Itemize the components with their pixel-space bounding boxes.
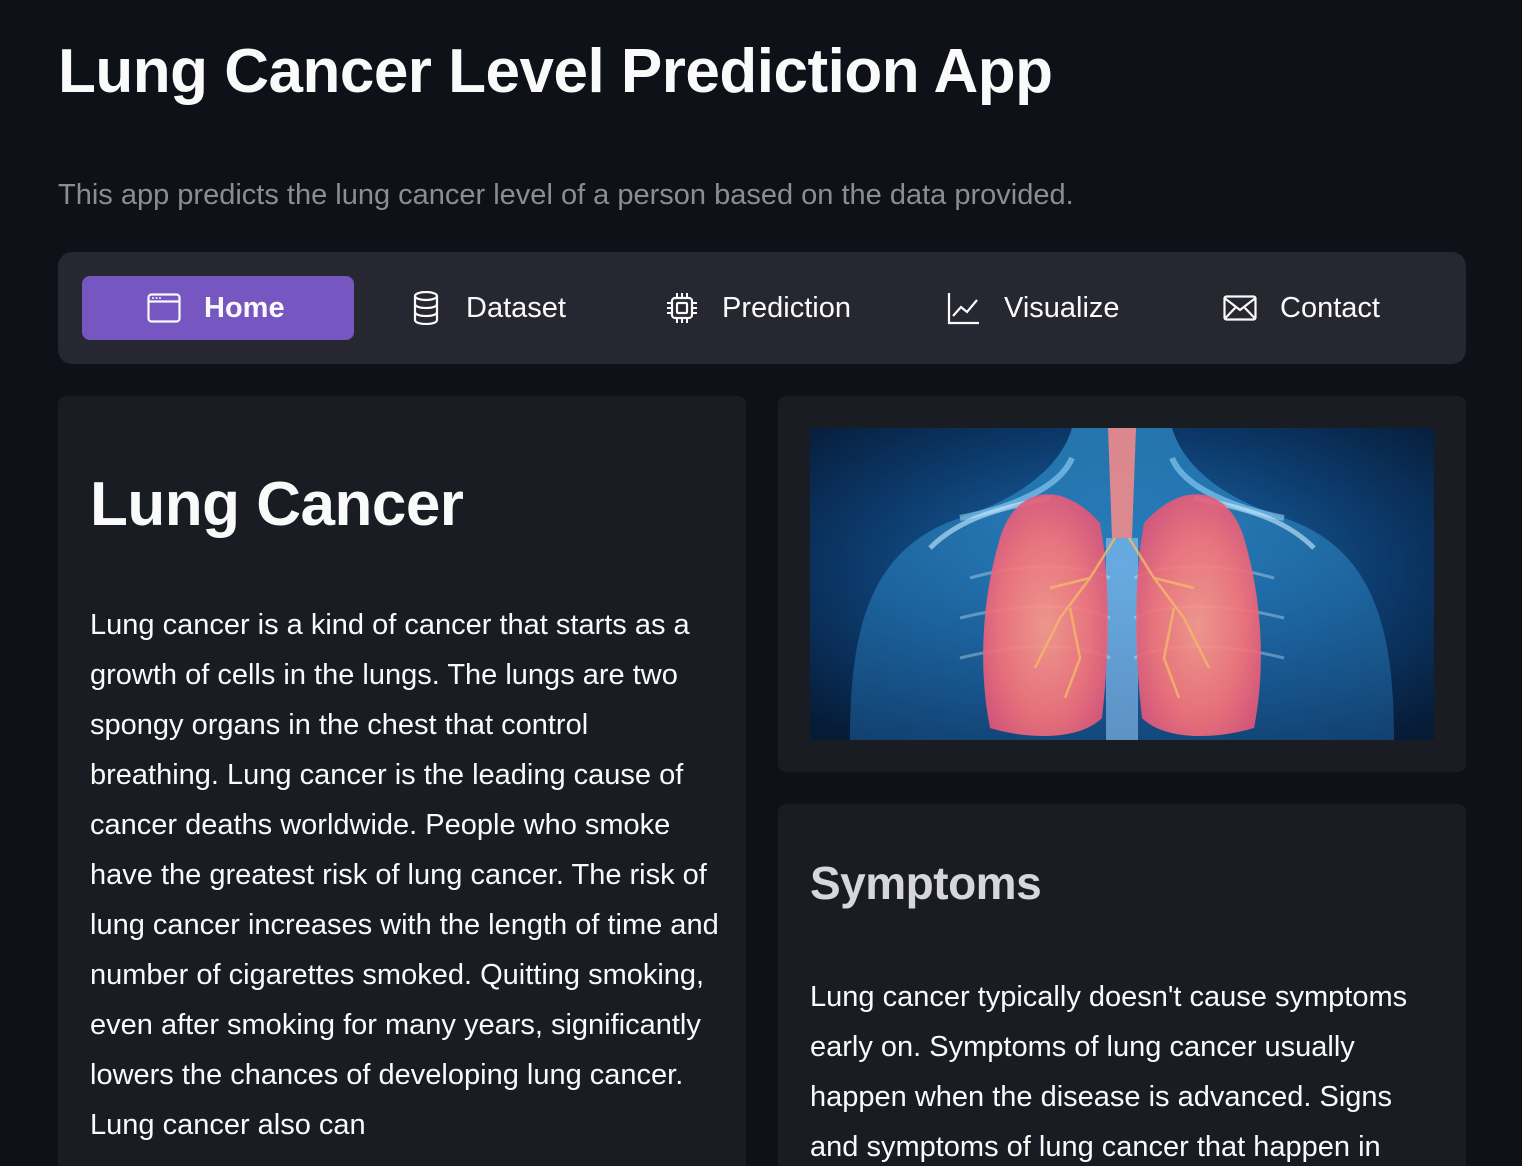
- nav-item-visualize[interactable]: Visualize: [946, 276, 1120, 340]
- window-icon: [146, 290, 182, 326]
- lung-cancer-text: Lung cancer is a kind of cancer that sta…: [90, 609, 719, 1141]
- nav-item-home[interactable]: Home: [82, 276, 354, 340]
- symptoms-text: Lung cancer typically doesn't cause symp…: [810, 981, 1408, 1163]
- nav-menu: Home Dataset Prediction Visualize Contac…: [58, 252, 1466, 364]
- symptoms-heading: Symptoms: [810, 857, 1042, 909]
- cpu-icon: [664, 290, 700, 326]
- nav-item-contact[interactable]: Contact: [1222, 276, 1380, 340]
- nav-item-label: Prediction: [722, 291, 851, 324]
- page-title: Lung Cancer Level Prediction App: [58, 37, 1053, 106]
- database-icon: [408, 290, 444, 326]
- lungs-illustration: [810, 428, 1434, 740]
- lung-cancer-heading: Lung Cancer: [90, 470, 464, 539]
- line-chart-icon: [946, 290, 982, 326]
- nav-item-dataset[interactable]: Dataset: [408, 276, 566, 340]
- nav-item-prediction[interactable]: Prediction: [664, 276, 851, 340]
- nav-item-label: Home: [204, 291, 285, 324]
- lung-cancer-card: Lung Cancer Lung cancer is a kind of can…: [58, 396, 746, 1166]
- symptoms-card: Symptoms Lung cancer typically doesn't c…: [778, 804, 1466, 1166]
- nav-item-label: Contact: [1280, 291, 1380, 324]
- app-page: Lung Cancer Level Prediction App This ap…: [0, 0, 1522, 1166]
- page-subtitle: This app predicts the lung cancer level …: [58, 179, 1074, 211]
- nav-item-label: Visualize: [1004, 291, 1120, 324]
- nav-item-label: Dataset: [466, 291, 566, 324]
- envelope-icon: [1222, 290, 1258, 326]
- image-card: [778, 396, 1466, 772]
